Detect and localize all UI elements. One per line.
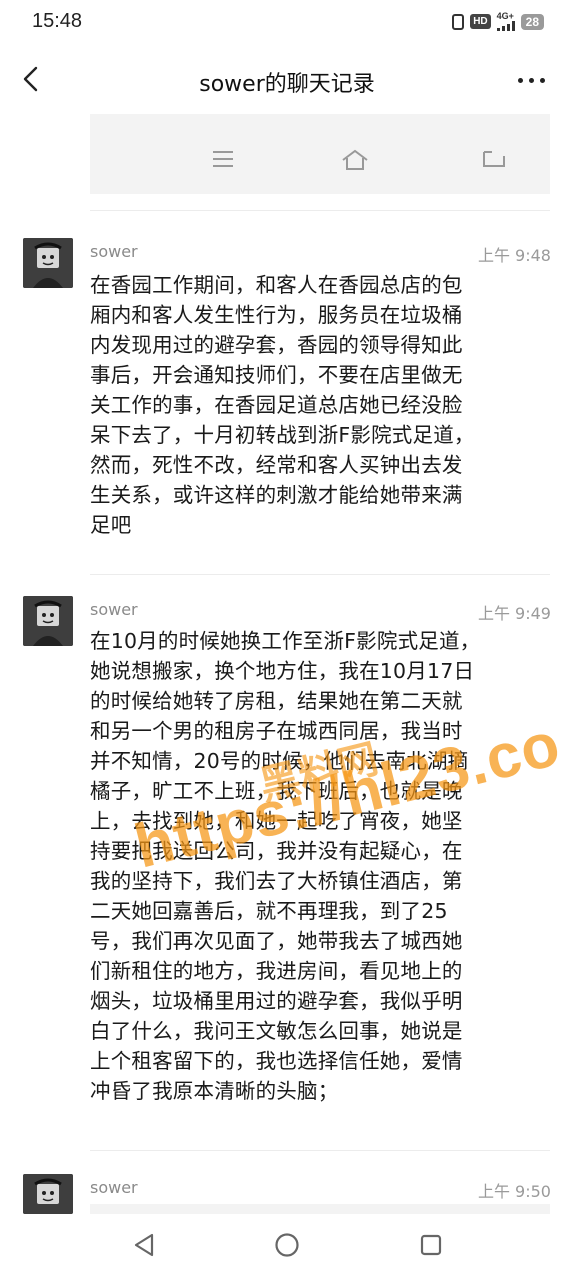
status-time: 15:48 xyxy=(32,10,83,32)
message-line: 二天她回嘉善后，就不再理我，到了25 xyxy=(90,899,448,923)
divider xyxy=(90,574,550,575)
avatar[interactable] xyxy=(23,596,73,646)
message-line: 厢内和客人发生性行为，服务员在垃圾桶 xyxy=(90,303,463,327)
message-line: 上个租客留下的，我也选择信任她，爱情 xyxy=(90,1049,463,1073)
message-time: 上午 9:48 xyxy=(477,246,551,265)
message-line: 生关系，或许这样的刺激才能给她带来满 xyxy=(90,483,463,507)
message-line: 呆下去了，十月初转战到浙F影院式足道， xyxy=(90,423,475,447)
message-line: 足吧 xyxy=(90,513,132,537)
menu-icon xyxy=(213,151,233,167)
divider xyxy=(90,1150,550,1151)
status-bar: 15:48 HD 4G+ 28 xyxy=(0,0,574,44)
message-time: 上午 9:49 xyxy=(477,604,551,623)
nav-back-icon[interactable] xyxy=(132,1232,156,1258)
avatar[interactable] xyxy=(23,1174,73,1214)
network-label: 4G+ xyxy=(496,11,514,21)
sender-name: sower xyxy=(90,1178,138,1197)
message-line: 烟头，垃圾桶里用过的避孕套，我似乎明 xyxy=(90,989,463,1013)
network-indicator: 4G+ xyxy=(496,11,515,31)
avatar-image xyxy=(23,596,73,646)
message-line: 白了什么，我问王文敏怎么回事，她说是 xyxy=(90,1019,463,1043)
return-icon xyxy=(483,151,505,167)
message-line: 事后，开会通知技师们，不要在店里做无 xyxy=(90,363,463,387)
message-line: 她说想搬家，换个地方住，我在10月17日 xyxy=(90,659,475,683)
vibrate-icon xyxy=(452,13,465,30)
message-line: 们新租住的地方，我进房间，看见地上的 xyxy=(90,959,463,983)
message-line: 内发现用过的避孕套，香园的领导得知此 xyxy=(90,333,463,357)
home-icon xyxy=(342,149,368,170)
page-title: sower的聊天记录 xyxy=(199,72,375,97)
more-icon[interactable] xyxy=(518,68,550,92)
message-time: 上午 9:50 xyxy=(477,1182,551,1201)
message-line: 然而，死性不改，经常和客人买钟出去发 xyxy=(90,453,463,477)
battery-badge: 28 xyxy=(520,13,544,30)
message-line: 在10月的时候她换工作至浙F影院式足道， xyxy=(90,629,481,653)
avatar-image xyxy=(23,238,73,288)
message-line: 在香园工作期间，和客人在香园总店的包 xyxy=(90,273,463,297)
sender-name: sower xyxy=(90,242,138,261)
previous-screenshot-card[interactable] xyxy=(90,114,550,194)
chat-header: sower的聊天记录 xyxy=(0,44,574,116)
avatar-image xyxy=(23,1174,73,1214)
message-line: 号，我们再次见面了，她带我去了城西她 xyxy=(90,929,463,953)
hd-icon: HD xyxy=(470,14,491,29)
message-line: 关工作的事，在香园足道总店她已经没脸 xyxy=(90,393,463,417)
sender-name: sower xyxy=(90,600,138,619)
nav-recent-icon[interactable] xyxy=(419,1232,443,1258)
avatar[interactable] xyxy=(23,238,73,288)
system-navigation-bar xyxy=(0,1214,574,1280)
message-line: 冲昏了我原本清晰的头脑； xyxy=(90,1079,339,1103)
message-text: 在香园工作期间，和客人在香园总店的包 厢内和客人发生性行为，服务员在垃圾桶 内发… xyxy=(90,270,538,540)
divider xyxy=(90,210,550,211)
nav-home-icon[interactable] xyxy=(274,1232,300,1258)
partial-card xyxy=(90,1204,550,1214)
signal-icon xyxy=(496,21,515,31)
status-icons: HD 4G+ 28 xyxy=(452,12,544,31)
message-line: 的时候给她转了房租，结果她在第二天就 xyxy=(90,689,463,713)
